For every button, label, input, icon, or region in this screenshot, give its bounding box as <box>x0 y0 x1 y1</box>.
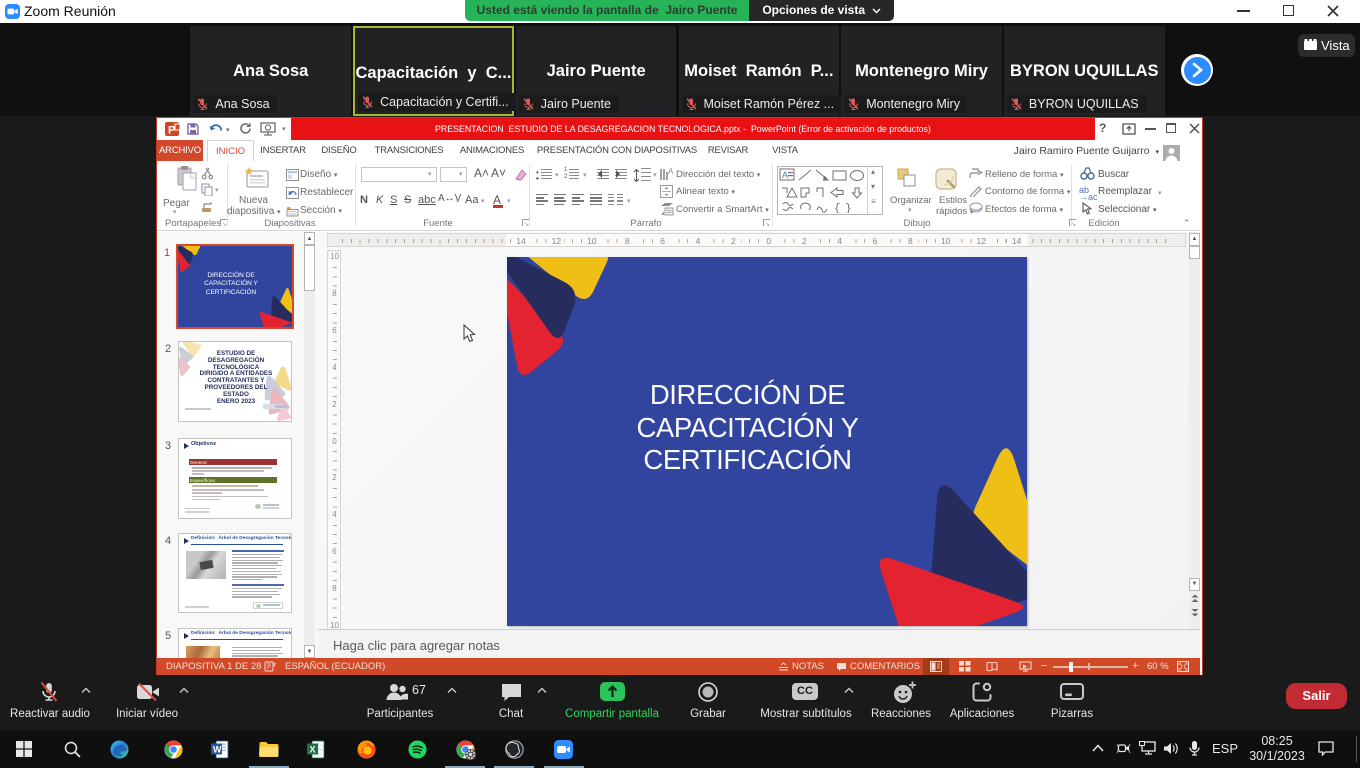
svg-text:W: W <box>213 745 222 755</box>
svg-text:X: X <box>310 745 316 755</box>
svg-text:P: P <box>168 125 175 137</box>
svg-text:}: } <box>845 203 852 213</box>
svg-text:A: A <box>668 167 674 176</box>
svg-text:A: A <box>782 170 788 180</box>
svg-text:{: { <box>834 203 841 213</box>
svg-text:✗: ✗ <box>272 662 277 669</box>
